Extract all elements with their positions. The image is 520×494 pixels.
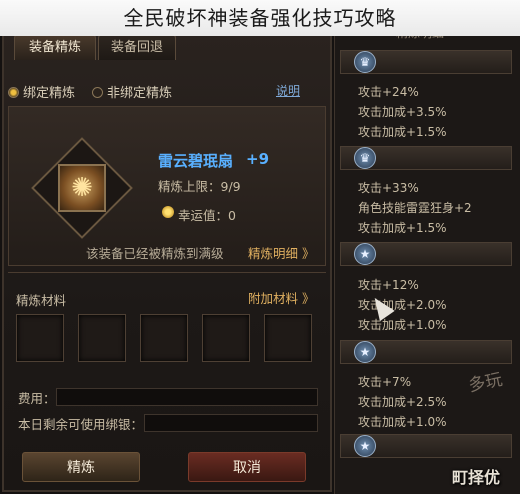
radio-empty-icon	[92, 87, 103, 98]
radio-bound-label: 绑定精炼	[23, 86, 76, 101]
star-icon: ★	[354, 243, 376, 265]
material-slot[interactable]	[202, 314, 250, 362]
item-level: +9	[246, 150, 270, 168]
fee-label: 费用：	[18, 391, 56, 406]
materials-label: 精炼材料	[16, 293, 67, 308]
maxed-message: 该装备已经被精炼到满级	[86, 246, 224, 261]
cancel-button[interactable]: 取消	[188, 452, 306, 482]
silver-label: 本日剩余可使用绑银：	[18, 417, 144, 432]
extra-materials-link[interactable]: 附加材料 》	[248, 288, 314, 307]
refine-button[interactable]: 精炼	[22, 452, 140, 482]
fan-icon: ✺	[71, 173, 93, 203]
stat-line: 攻击+24%	[358, 85, 419, 99]
crown-icon: ♛	[354, 51, 376, 73]
fee-field	[56, 388, 318, 406]
stat-line: 角色技能雷霆狂身+2	[358, 201, 472, 215]
tab-return[interactable]: 装备回退	[98, 34, 176, 60]
radio-unbound-label: 非绑定精炼	[107, 86, 173, 101]
luck-icon	[162, 206, 174, 218]
stat-line: 攻击加成+1.0%	[358, 318, 447, 332]
crown-icon: ♛	[354, 147, 376, 169]
site-watermark: 町择优	[452, 468, 501, 487]
stat-line: 攻击+12%	[358, 278, 419, 292]
silver-field	[144, 414, 318, 432]
tab-refine[interactable]: 装备精炼	[14, 34, 96, 60]
divider	[8, 272, 326, 273]
item-slot[interactable]: ✺	[58, 164, 106, 212]
page-title: 全民破坏神装备强化技巧攻略	[0, 0, 520, 36]
radio-bound-refine[interactable]: 绑定精炼	[8, 82, 75, 101]
item-name: 雷云碧珉扇	[158, 152, 234, 170]
star-icon: ★	[354, 341, 376, 363]
star-icon: ★	[354, 435, 376, 457]
stat-line: 攻击加成+1.5%	[358, 221, 447, 235]
stat-line: 攻击+7%	[358, 375, 412, 389]
stat-line: 攻击加成+1.5%	[358, 125, 447, 139]
refine-limit: 精炼上限：9/9	[158, 179, 241, 194]
material-slot[interactable]	[16, 314, 64, 362]
explain-link[interactable]: 说明	[276, 82, 300, 99]
material-slot[interactable]	[78, 314, 126, 362]
material-slot[interactable]	[264, 314, 312, 362]
stat-line: 攻击+33%	[358, 181, 419, 195]
stat-line: 攻击加成+1.0%	[358, 415, 447, 429]
stat-line: 攻击加成+2.5%	[358, 395, 447, 409]
refine-detail-link[interactable]: 精炼明细 》	[248, 243, 314, 262]
stat-line: 攻击加成+3.5%	[358, 105, 447, 119]
radio-selected-icon	[8, 87, 19, 98]
luck-value: 幸运值：0	[178, 208, 236, 223]
material-slot[interactable]	[140, 314, 188, 362]
radio-unbound-refine[interactable]: 非绑定精炼	[92, 82, 172, 101]
